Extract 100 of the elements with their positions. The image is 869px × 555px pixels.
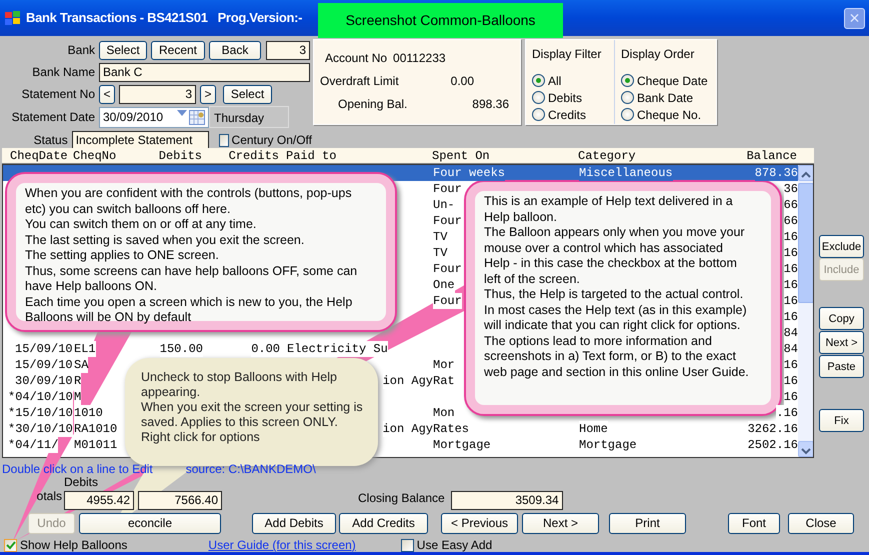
date-field[interactable]: 30/09/2010 [99, 106, 209, 128]
column-header: Paid to [285, 148, 336, 164]
debits-total-field: 4955.42 [64, 491, 134, 510]
button[interactable]: econcile [79, 512, 221, 534]
side-button[interactable]: Fix [819, 409, 864, 432]
field-label: Bank Name [31, 64, 95, 81]
edit-hint: Double click on a line to Edit [2, 461, 153, 477]
closing-balance-field: 3509.34 [450, 491, 563, 510]
checkbox-label: Show Help Balloons [20, 537, 128, 554]
account-label: Opening Bal. [338, 96, 408, 112]
table-cell: Miscellaneous [579, 165, 673, 181]
balloon-text: When you exit the screen your setting is saved. Applies to this screen ONLY. [141, 400, 364, 430]
debits-label: Debits [64, 474, 100, 491]
side-button[interactable]: Next > [819, 331, 864, 354]
column-header: CheqDate [10, 148, 68, 164]
column-header: Balance [746, 148, 797, 164]
radio-option[interactable]: Credits [532, 106, 608, 123]
balloon-text: The Balloon appears only when you move your mouse over a control which has associated Help - in this case the checkbox at the bottom left of the screen. [484, 225, 746, 287]
easy-add-checkbox[interactable] [400, 538, 414, 552]
table-cell: Four [433, 293, 462, 309]
table-cell: Mortgage [433, 437, 491, 453]
column-header: Debits [158, 148, 202, 164]
credits-total-field: 7566.40 [138, 491, 222, 510]
bank-button[interactable]: Recent [151, 40, 205, 60]
data-source-text: source: C:\BANKDEMO\ [186, 461, 316, 478]
radio-option[interactable]: Bank Date [621, 89, 710, 106]
scroll-up-button[interactable] [798, 165, 813, 181]
column-header: Spent On [432, 148, 490, 164]
balloon-text: This is an example of Help text delivered in a Help balloon. [484, 194, 734, 225]
window-title: Bank Transactions - BS421S01 Prog.Version:- [26, 9, 302, 28]
previous-button[interactable]: < [99, 84, 115, 104]
button[interactable]: Add Credits [339, 512, 428, 534]
button[interactable]: Font [728, 512, 780, 534]
bank-number-field[interactable]: 3 [266, 40, 310, 60]
table-cell: Mortgage [579, 437, 637, 453]
balloon-text: Thus, some screens can have help balloons OFF, some can have Help balloons ON. [25, 264, 358, 294]
side-button[interactable]: Paste [819, 355, 864, 378]
app-icon [4, 9, 22, 28]
side-button[interactable]: Copy [819, 307, 864, 330]
field-label: Status [32, 132, 68, 149]
radio-option[interactable]: Cheque Date [621, 72, 710, 89]
account-label: Overdraft Limit [320, 72, 399, 90]
account-label: Account No [325, 50, 388, 66]
radio-option[interactable]: Cheque No. [621, 106, 710, 123]
select-button[interactable]: Select [223, 84, 272, 104]
radio-option[interactable]: Debits [532, 89, 608, 106]
scroll-thumb[interactable] [798, 183, 813, 303]
table-cell: EL1 [74, 341, 96, 357]
show-help-checkbox[interactable] [4, 538, 17, 552]
weekday-field: Thursday [209, 106, 289, 128]
account-value: 898.36 [472, 96, 509, 112]
totals-label: otals [36, 488, 63, 505]
button[interactable]: < Previous [441, 512, 518, 534]
bank-button[interactable]: Back [209, 40, 261, 60]
statement-number-field[interactable]: 3 [119, 84, 196, 104]
table-cell: M [74, 389, 82, 405]
century-checkbox[interactable] [218, 134, 229, 146]
table-cell: *04/11/ [8, 437, 58, 453]
next-button[interactable]: > [200, 84, 216, 104]
balloon-text: In most cases the Help text (as in this example) will indicate that you can right click for options. [484, 302, 748, 334]
button[interactable]: Add Debits [252, 512, 336, 534]
group-title: Display Order [621, 46, 696, 63]
scroll-down-button[interactable] [798, 441, 813, 457]
balloon-text: Each time you open a screen which is new to you, the Help Balloons will be ON by default [25, 294, 354, 326]
checkbox-label: Century On/Off [232, 132, 312, 149]
balloon-text: You can switch them on or off at any time. [25, 217, 258, 232]
column-header: CheqNo [73, 148, 116, 164]
calendar-icon[interactable] [189, 110, 205, 124]
balloon-text: The setting applies to ONE screen. [25, 248, 220, 264]
field-label: Statement No [20, 86, 95, 103]
group-title: Display Filter [532, 46, 602, 63]
bank-button[interactable]: Select [99, 40, 147, 60]
table-cell: ion Agy [382, 421, 433, 437]
balloon-text: Thus, the Help is targeted to the actual control. [484, 287, 744, 302]
table-cell: One [433, 277, 455, 293]
table-cell: *30/10/10 [8, 421, 73, 437]
button[interactable]: Print [609, 512, 686, 534]
status-field[interactable]: Incomplete Statement [72, 130, 209, 150]
account-value: 0.00 [450, 72, 474, 90]
scrollbar[interactable] [798, 165, 813, 457]
column-header: Category [578, 148, 636, 164]
table-cell: *15/10/10 [8, 405, 73, 421]
dropdown-caret-icon[interactable] [177, 110, 187, 116]
bank-name-field[interactable]: Bank C [99, 62, 310, 82]
field-label: Statement Date [10, 109, 95, 126]
button[interactable]: Next > [522, 512, 599, 534]
date-value: 30/09/2010 [103, 108, 164, 126]
table-cell: 878.36 [754, 165, 798, 181]
balloon-text: Uncheck to stop Balloons with Help appearing. [141, 370, 338, 400]
table-cell: *04/10/10 [8, 389, 73, 405]
balloon-text: The last setting is saved when you exit the screen. [25, 232, 306, 248]
side-button[interactable]: Exclude [819, 235, 864, 258]
table-cell: R [74, 373, 82, 389]
button[interactable]: Close [788, 512, 854, 534]
radio-option[interactable]: All [532, 72, 608, 89]
user-guide-link[interactable]: User Guide (for this screen) [208, 536, 356, 554]
balloon-text: Right click for options [141, 430, 261, 445]
screenshot-label: Screenshot Common-Balloons [318, 3, 563, 38]
table-cell: Four weeks [433, 165, 506, 181]
field-label: Bank [66, 42, 95, 59]
